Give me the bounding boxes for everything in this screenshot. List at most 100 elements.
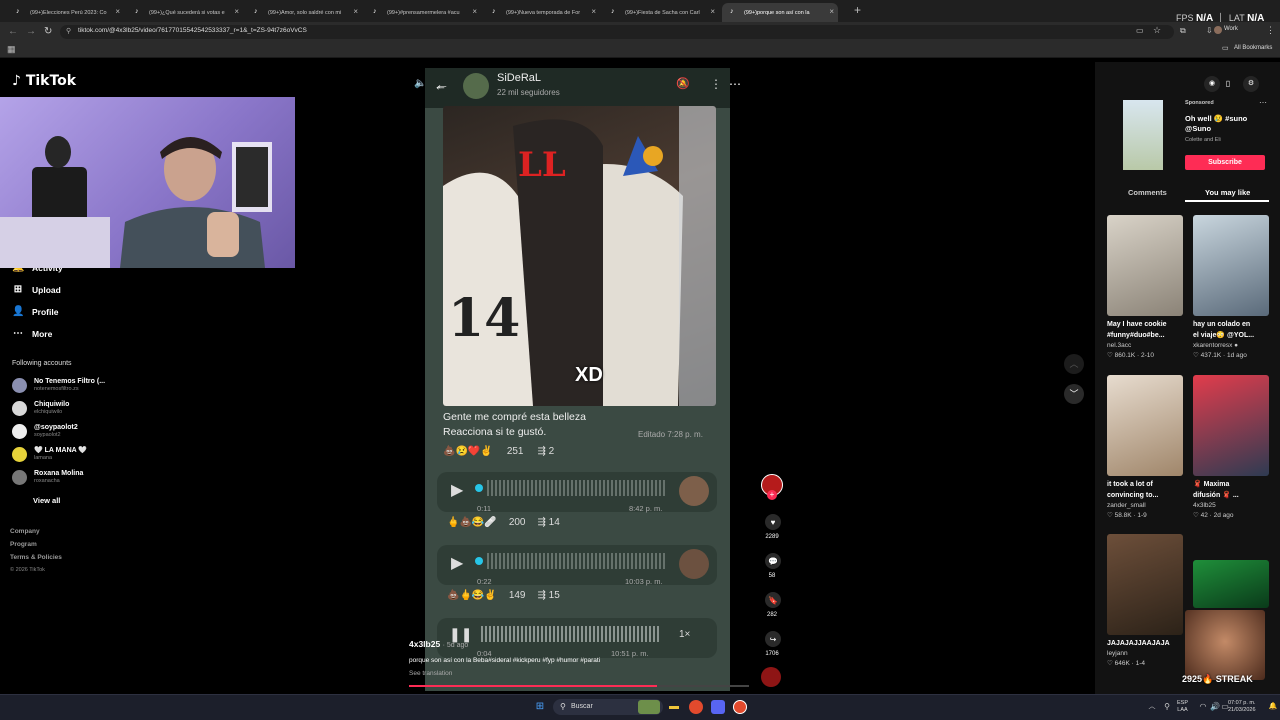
like-action[interactable]: ♥ 2289	[765, 514, 781, 540]
tiktok-logo[interactable]: ♪ TikTok	[12, 73, 76, 89]
follow-plus-icon[interactable]: +	[767, 490, 777, 500]
video-thumbnail[interactable]	[1107, 534, 1183, 635]
recommended-video-card[interactable]	[1193, 560, 1269, 608]
footer-company[interactable]: Company	[10, 528, 40, 535]
video-thumbnail[interactable]	[1193, 215, 1269, 316]
profile-avatar[interactable]	[1214, 26, 1222, 34]
notifications-icon[interactable]: 🔔	[1266, 700, 1280, 714]
new-tab-button[interactable]: +	[854, 3, 861, 17]
tab-comments[interactable]: Comments	[1128, 188, 1167, 197]
card-author[interactable]: 4x3lb25	[1193, 502, 1269, 509]
video-thumbnail[interactable]	[1193, 560, 1269, 608]
caption-author[interactable]: 4x3lb25 · 5d ago	[409, 639, 468, 649]
phone-icon[interactable]: ▯	[1222, 76, 1234, 92]
windows-start-icon[interactable]: ⊞	[533, 700, 547, 714]
footer-program[interactable]: Program	[10, 541, 37, 548]
view-all-link[interactable]: View all	[33, 496, 60, 505]
nav-upload[interactable]: ⊞ Upload	[12, 284, 61, 295]
recommended-video-card[interactable]: it took a lot of convincing to... zander_s…	[1107, 375, 1183, 519]
reload-icon[interactable]: ↻	[44, 26, 52, 37]
browser-tab[interactable]: ♪ (99+)¿Qué sucederá si votas e ×	[127, 3, 243, 22]
all-bookmarks[interactable]: All Bookmarks	[1234, 45, 1272, 51]
subscribe-button[interactable]: Subscribe	[1185, 155, 1265, 170]
discord-icon[interactable]	[711, 700, 725, 714]
comment-action[interactable]: 💬 58	[765, 553, 781, 579]
tray-chevron-icon[interactable]: ︿	[1145, 700, 1159, 714]
nav-more[interactable]: ⋯ More	[12, 328, 52, 339]
video-player[interactable]: ← SiDeRaL 22 mil seguidores 🔕 ⋮ LL 14 XD…	[425, 68, 730, 691]
back-icon[interactable]: ←	[8, 26, 18, 37]
card-author[interactable]: nel.3acc	[1107, 342, 1183, 349]
video-thumbnail[interactable]	[1107, 375, 1183, 476]
heart-icon[interactable]: ♥	[765, 514, 781, 530]
following-account[interactable]: No Tenemos Filtro (... notenemosfiltro.zs	[12, 378, 105, 393]
video-thumbnail[interactable]	[1107, 215, 1183, 316]
card-title[interactable]: May I have cookie #funny#duo#be...	[1107, 319, 1183, 341]
recommended-video-card[interactable]: hay un colado en el viaje😳 @YOL... xkarent…	[1193, 215, 1269, 359]
next-video-button[interactable]: ﹀	[1064, 384, 1084, 404]
settings-icon[interactable]: ⚙	[1243, 76, 1259, 92]
close-tab-icon[interactable]: ×	[591, 7, 596, 16]
apps-icon[interactable]: ▦	[7, 44, 16, 55]
chrome-icon[interactable]	[689, 700, 703, 714]
prev-video-button[interactable]: ︿	[1064, 354, 1084, 374]
comment-icon[interactable]: 💬	[765, 553, 781, 569]
back-arrow-icon[interactable]: ←	[434, 78, 447, 93]
close-tab-icon[interactable]: ×	[710, 7, 715, 16]
card-author[interactable]: leyjann	[1107, 650, 1183, 657]
close-tab-icon[interactable]: ×	[115, 7, 120, 16]
emoji-icon[interactable]: ◉	[1204, 76, 1220, 92]
following-account[interactable]: Chiquiwilo elchiquiwilo	[12, 401, 69, 416]
card-author[interactable]: xkarentorresx ●	[1193, 342, 1269, 349]
browser-tab[interactable]: ♪ (99+)Elecciones Perú 2023: Co ×	[8, 3, 124, 22]
card-title[interactable]: JAJAJAJJAAJAJA	[1107, 638, 1183, 649]
footer-terms[interactable]: Terms & Policies	[10, 554, 62, 561]
save-action[interactable]: 🔖 282	[765, 592, 781, 618]
bookmark-icon[interactable]: 🔖	[765, 592, 781, 608]
close-tab-icon[interactable]: ×	[829, 7, 834, 16]
share-action[interactable]: ↪ 1706	[765, 631, 781, 657]
following-account[interactable]: 🤍 LA MANA 🤍 lamana	[12, 447, 87, 462]
card-title[interactable]: 🧣 Maxima difusión 🧣 ...	[1193, 479, 1269, 501]
ad-thumbnail[interactable]	[1123, 100, 1163, 170]
browser-tab[interactable]: ♪ (99+)Nueva temporada de For ×	[484, 3, 600, 22]
tab-you-may-like[interactable]: You may like	[1205, 188, 1250, 197]
language-indicator[interactable]: ESP LAA	[1177, 700, 1188, 714]
clock[interactable]: 07:07 p. m. 21/03/2026	[1228, 700, 1256, 714]
browser-tab[interactable]: ♪ (99+)#prensamermelera #acu ×	[365, 3, 481, 22]
browser-tab[interactable]: ♪ (99+)Fiesta de Sacha con Carl ×	[603, 3, 719, 22]
browser-tab[interactable]: ♪ (99+)porque son así con la ×	[722, 3, 838, 22]
recommended-video-card[interactable]: 🧣 Maxima difusión 🧣 ... 4x3lb25 ♡ 42 · 2d a…	[1193, 375, 1269, 519]
share-icon[interactable]: ↪	[765, 631, 781, 647]
nav-profile[interactable]: 👤 Profile	[12, 306, 58, 317]
following-account[interactable]: @soypaolot2 soypaolot2	[12, 424, 78, 439]
widgets-icon[interactable]	[638, 700, 660, 714]
author-name[interactable]: 4x3lb25	[409, 639, 440, 649]
card-title[interactable]: it took a lot of convincing to...	[1107, 479, 1183, 501]
forward-icon[interactable]: →	[26, 26, 36, 37]
video-thumbnail[interactable]	[1193, 375, 1269, 476]
recommended-video-card[interactable]: JAJAJAJJAAJAJA leyjann ♡ 646K · 1-4	[1107, 534, 1183, 667]
menu-icon[interactable]: ⋮	[1266, 25, 1275, 36]
music-disc-icon[interactable]	[761, 667, 781, 687]
cast-icon[interactable]: ▭	[1136, 26, 1144, 35]
chrome-active-icon[interactable]	[733, 700, 747, 714]
file-explorer-icon[interactable]: ▬	[667, 700, 681, 714]
close-tab-icon[interactable]: ×	[234, 7, 239, 16]
browser-tab[interactable]: ♪ (99+)Amor, solo saldré con mi ×	[246, 3, 362, 22]
ad-menu-icon[interactable]: ⋯	[1259, 98, 1267, 107]
profile-label[interactable]: Work	[1224, 26, 1238, 32]
extensions-icon[interactable]: ⧉	[1180, 26, 1186, 36]
ad-title[interactable]: Oh well 😢 #suno @Suno	[1185, 114, 1247, 134]
following-account[interactable]: Roxana Molina roxanacha	[12, 470, 83, 485]
pin-icon[interactable]: ⚲	[1160, 700, 1174, 714]
bookmark-star-icon[interactable]: ☆	[1153, 25, 1161, 36]
see-translation-link[interactable]: See translation	[409, 670, 452, 677]
card-title[interactable]: hay un colado en el viaje😳 @YOL...	[1193, 319, 1269, 341]
url-text[interactable]: tiktok.com/@4x3lb25/video/76177015542542…	[78, 27, 307, 34]
card-author[interactable]: zander_small	[1107, 502, 1183, 509]
recommended-video-card[interactable]: May I have cookie #funny#duo#be... nel.3ac…	[1107, 215, 1183, 359]
more-options-icon[interactable]: ⋯	[729, 77, 741, 91]
close-tab-icon[interactable]: ×	[353, 7, 358, 16]
downloads-icon[interactable]: ⇩	[1206, 26, 1213, 35]
